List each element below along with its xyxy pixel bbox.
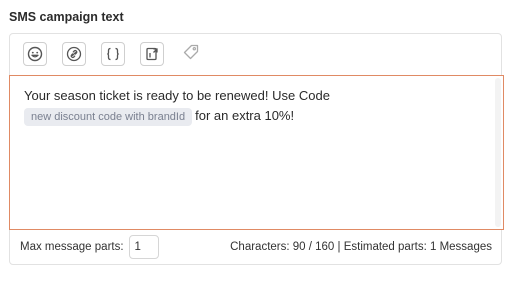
textarea-scrollbar[interactable] (495, 78, 501, 227)
editor-toolbar (10, 34, 501, 74)
tag-button[interactable] (179, 42, 203, 66)
sms-editor: Your season ticket is ready to be renewe… (9, 33, 504, 265)
export-button[interactable] (140, 42, 164, 66)
curly-braces-icon (105, 46, 121, 62)
message-text: Your season ticket is ready to be renewe… (24, 86, 483, 126)
max-parts-input[interactable] (128, 235, 159, 259)
tag-icon (182, 43, 200, 66)
emoji-icon (27, 46, 43, 62)
emoji-button[interactable] (23, 42, 47, 66)
variable-button[interactable] (101, 42, 125, 66)
message-stats: Characters: 90 / 160 | Estimated parts: … (230, 235, 492, 259)
export-icon (144, 46, 160, 62)
editor-footer: Max message parts: Characters: 90 / 160 … (10, 231, 501, 265)
link-button[interactable] (62, 42, 86, 66)
message-text-before: Your season ticket is ready to be renewe… (24, 88, 330, 103)
max-parts-label: Max message parts: (20, 241, 124, 253)
message-text-after: for an extra 10%! (195, 108, 295, 123)
max-parts-group: Max message parts: (20, 235, 159, 259)
message-textarea[interactable]: Your season ticket is ready to be renewe… (9, 75, 504, 230)
link-icon (66, 46, 82, 62)
discount-code-token[interactable]: new discount code with brandId (24, 107, 193, 126)
section-title: SMS campaign text (9, 10, 124, 24)
stats-text: Characters: 90 / 160 | Estimated parts: … (230, 241, 492, 253)
